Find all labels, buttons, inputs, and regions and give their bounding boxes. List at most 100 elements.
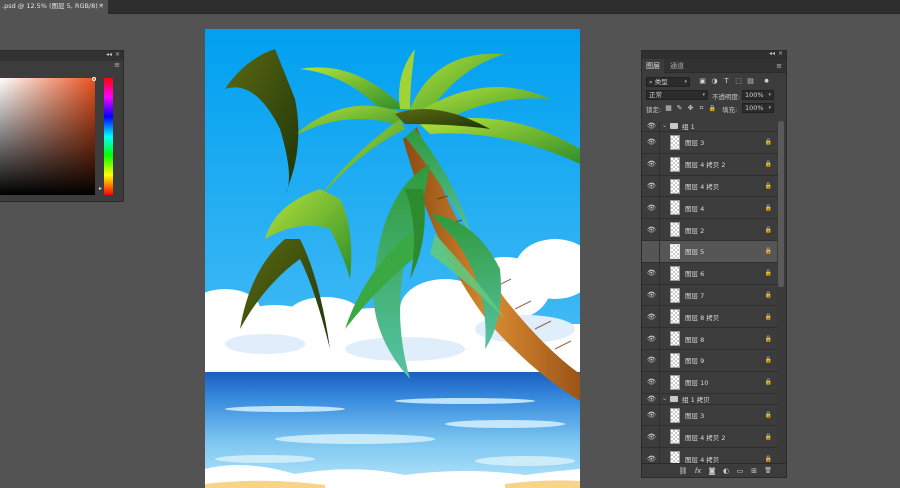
smart-object-filter-icon[interactable]: ▤ — [746, 77, 755, 86]
layer-thumbnail[interactable] — [670, 352, 680, 368]
visibility-eye-icon[interactable]: 👁 — [647, 291, 656, 299]
layer-row[interactable]: 👁图层 5🔒 — [642, 240, 778, 263]
layer-thumbnail[interactable] — [670, 243, 680, 259]
visibility-eye-icon[interactable]: 👁 — [647, 160, 656, 168]
fx-icon[interactable]: fx — [693, 466, 703, 476]
layer-name[interactable]: 图层 9 — [685, 355, 704, 365]
folder-icon[interactable]: ▭ — [735, 466, 745, 476]
collapse-icon[interactable]: ◂◂ — [769, 50, 775, 57]
layer-row[interactable]: 👁 图层 8 🔒 — [642, 328, 778, 350]
panel-menu-icon[interactable]: ≡ — [776, 59, 782, 73]
opacity-input[interactable]: 100% ▾ — [742, 90, 774, 100]
layer-thumbnail[interactable] — [670, 156, 680, 172]
layer-name[interactable]: 图层 4 拷贝 2 — [685, 432, 725, 442]
layer-name[interactable]: 图层 3 — [685, 410, 704, 420]
layer-row[interactable]: 👁 图层 4 拷贝 2 🔒 — [642, 153, 778, 176]
layer-row[interactable]: 👁 图层 4 拷贝 🔒 — [642, 175, 778, 198]
visibility-eye-icon[interactable]: 👁 — [647, 395, 656, 403]
mask-icon[interactable]: ◙ — [707, 466, 717, 476]
lock-position-icon[interactable]: ✥ — [686, 104, 695, 113]
layer-name[interactable]: 图层 3 — [685, 137, 704, 147]
layer-name[interactable]: 组 1 — [682, 121, 695, 131]
layer-group-row[interactable]: 👁 ⌄ 组 1 — [642, 121, 778, 132]
visibility-eye-icon[interactable]: 👁 — [647, 182, 656, 190]
layer-name[interactable]: 图层 4 拷贝 — [685, 181, 719, 191]
layer-thumbnail[interactable] — [670, 178, 680, 194]
layer-name[interactable]: 图层 6 — [685, 268, 704, 278]
type-filter-icon[interactable]: T — [722, 77, 731, 86]
filter-toggle-icon[interactable]: ● — [762, 77, 771, 86]
layer-name[interactable]: 图层 4 拷贝 2 — [685, 159, 725, 169]
layer-thumbnail[interactable] — [670, 200, 680, 216]
close-tab-icon[interactable]: × — [98, 0, 104, 13]
layer-row[interactable]: 👁 图层 3 🔒 — [642, 404, 778, 427]
layer-row[interactable]: 👁 图层 6 🔒 — [642, 262, 778, 285]
lock-transparent-icon[interactable]: ▦ — [664, 104, 673, 113]
blend-mode-dropdown[interactable]: 正常 ▾ — [646, 90, 708, 100]
layer-name[interactable]: 图层 8 — [685, 334, 704, 344]
color-field[interactable] — [0, 78, 95, 195]
layer-list[interactable]: 👁 ⌄ 组 1 👁 图层 3 🔒 👁 图层 4 拷贝 2 🔒 👁 图层 4 拷贝 🔒 👁 图层 4 🔒 👁 图层… — [642, 121, 778, 465]
visibility-eye-icon[interactable]: 👁 — [647, 269, 656, 277]
layer-row[interactable]: 👁 图层 2 🔒 — [642, 219, 778, 241]
expand-caret-icon[interactable]: ⌄ — [662, 395, 667, 402]
layer-thumbnail[interactable] — [670, 374, 680, 390]
visibility-eye-icon[interactable]: 👁 — [647, 356, 656, 364]
document-canvas[interactable] — [205, 29, 580, 488]
fill-input[interactable]: 100% ▾ — [742, 103, 774, 113]
visibility-eye-icon[interactable]: 👁 — [647, 138, 656, 146]
visibility-eye-icon[interactable]: 👁 — [647, 411, 656, 419]
layer-name[interactable]: 图层 10 — [685, 377, 708, 387]
layer-row[interactable]: 👁 图层 9 🔒 — [642, 349, 778, 372]
layer-row[interactable]: 👁 图层 8 拷贝 🔒 — [642, 306, 778, 329]
visibility-eye-icon[interactable]: 👁 — [647, 455, 656, 463]
layer-thumbnail[interactable] — [670, 287, 680, 303]
layer-thumbnail[interactable] — [670, 265, 680, 281]
layer-name[interactable]: 图层 4 — [685, 203, 704, 213]
trash-icon[interactable]: 🗑 — [763, 466, 773, 476]
layer-row[interactable]: 👁 图层 4 🔒 — [642, 197, 778, 220]
close-icon[interactable]: × — [115, 51, 120, 58]
layer-thumbnail[interactable] — [670, 309, 680, 325]
hue-marker-icon[interactable]: ▸ — [99, 185, 102, 192]
layer-name[interactable]: 组 1 拷贝 — [682, 394, 710, 404]
image-filter-icon[interactable]: ▣ — [698, 77, 707, 86]
layer-name[interactable]: 图层 8 拷贝 — [685, 312, 719, 322]
layer-name[interactable]: 图层 7 — [685, 290, 704, 300]
visibility-eye-icon[interactable]: 👁 — [647, 335, 656, 343]
adjustment-icon[interactable]: ◐ — [721, 466, 731, 476]
lock-artboard-icon[interactable]: ⌗ — [697, 104, 706, 113]
visibility-eye-icon[interactable]: 👁 — [647, 204, 656, 212]
link-icon[interactable]: ⛓ — [678, 466, 688, 476]
adjustment-filter-icon[interactable]: ◑ — [710, 77, 719, 86]
layer-thumbnail[interactable] — [670, 135, 680, 150]
layer-group-row[interactable]: 👁 ⌄ 组 1 拷贝 — [642, 393, 778, 405]
layer-row[interactable]: 👁 图层 4 拷贝 2 🔒 — [642, 426, 778, 449]
shape-filter-icon[interactable]: ⬚ — [734, 77, 743, 86]
tab-channels[interactable]: 通道 — [666, 59, 688, 73]
layer-name[interactable]: 图层 2 — [685, 225, 704, 235]
layer-row[interactable]: 👁 图层 10 🔒 — [642, 371, 778, 394]
document-tab[interactable]: .psd @ 12.5% (图层 5, RGB/8) * × — [0, 0, 108, 14]
visibility-eye-icon[interactable]: 👁 — [647, 226, 656, 234]
scrollbar-thumb[interactable] — [778, 121, 784, 287]
layer-thumbnail[interactable] — [670, 407, 680, 423]
visibility-eye-icon[interactable]: 👁 — [647, 313, 656, 321]
layers-scrollbar[interactable] — [777, 121, 785, 465]
tab-layers[interactable]: 图层 — [642, 59, 664, 73]
lock-all-icon[interactable]: 🔒 — [708, 104, 717, 113]
lock-image-icon[interactable]: ✎ — [675, 104, 684, 113]
layer-thumbnail[interactable] — [670, 429, 680, 445]
visibility-eye-icon[interactable]: 👁 — [647, 122, 656, 130]
filter-kind-dropdown[interactable]: ⌕ 类型 ▾ — [646, 77, 690, 87]
layer-name[interactable]: 图层 5 — [685, 246, 704, 256]
close-icon[interactable]: × — [778, 50, 783, 57]
hue-slider[interactable] — [104, 78, 113, 195]
layer-thumbnail[interactable] — [670, 331, 680, 347]
visibility-eye-icon[interactable]: 👁 — [647, 433, 656, 441]
visibility-eye-icon[interactable]: 👁 — [647, 378, 656, 386]
layer-row[interactable]: 👁 图层 7 🔒 — [642, 284, 778, 307]
collapse-icon[interactable]: ◂◂ — [106, 51, 112, 58]
expand-caret-icon[interactable]: ⌄ — [662, 122, 667, 129]
layer-thumbnail[interactable] — [670, 222, 680, 238]
